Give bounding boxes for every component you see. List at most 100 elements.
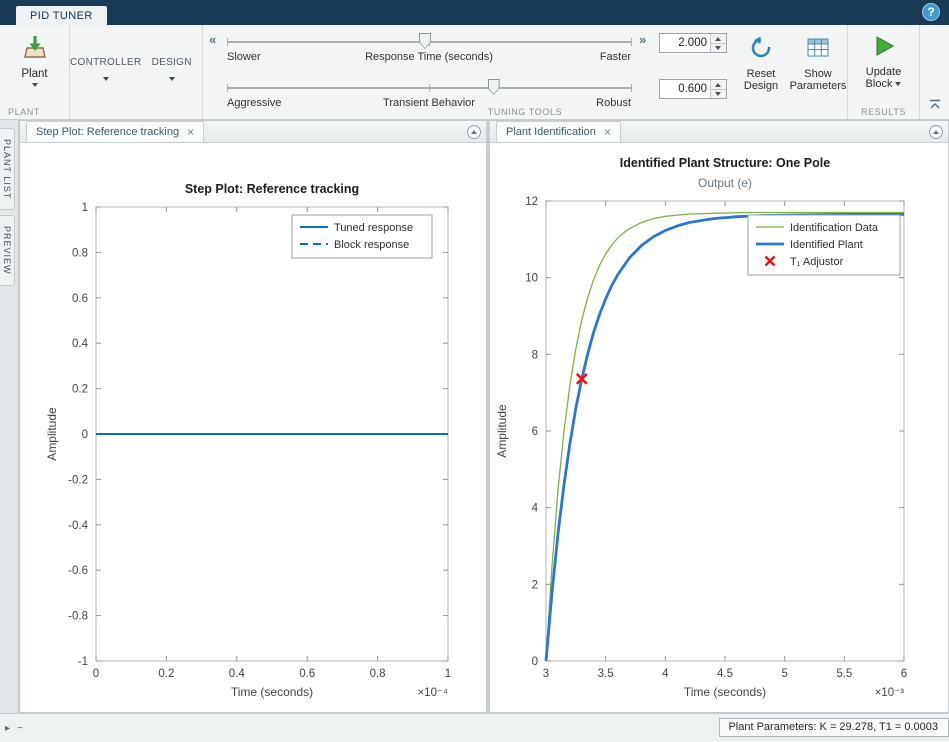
- plant-identification-tabbar: Plant Identification ×: [490, 121, 948, 143]
- controller-dropdown[interactable]: CONTROLLER: [70, 25, 141, 119]
- svg-text:-0.2: -0.2: [68, 474, 88, 486]
- svg-text:0.4: 0.4: [72, 338, 89, 350]
- transient-behavior-slider-thumb[interactable]: [488, 79, 500, 95]
- spinner-buttons: [710, 34, 726, 52]
- transient-behavior-spinner[interactable]: [659, 79, 727, 99]
- sidebar-tab-plant-list[interactable]: PLANT LIST: [0, 128, 15, 210]
- svg-text:-1: -1: [78, 656, 88, 668]
- update-block-button[interactable]: Update Block: [852, 34, 916, 91]
- svg-text:1: 1: [445, 668, 451, 680]
- spinner-up-icon[interactable]: [711, 34, 726, 43]
- show-parameters-label-1: Show: [804, 68, 832, 81]
- ribbon-right-filler: [920, 25, 949, 119]
- reset-design-label-2: Design: [744, 80, 778, 93]
- svg-text:-0.6: -0.6: [68, 565, 88, 577]
- response-time-slider[interactable]: [227, 33, 631, 50]
- slider-label-slower: Slower: [227, 51, 261, 63]
- svg-text:0.6: 0.6: [72, 293, 88, 305]
- plant-section: Plant PLANT: [0, 25, 70, 119]
- svg-text:0: 0: [82, 429, 88, 441]
- x-axis-label: Time (seconds): [684, 685, 766, 699]
- import-plant-icon: [22, 34, 48, 65]
- plant-button[interactable]: Plant: [0, 25, 69, 87]
- svg-text:6: 6: [901, 668, 907, 680]
- legend-entry-label: Block response: [334, 239, 409, 251]
- close-icon[interactable]: ×: [187, 126, 194, 138]
- help-button[interactable]: ?: [922, 3, 940, 21]
- expand-panel-icon[interactable]: ▸: [5, 723, 10, 734]
- response-time-spinner[interactable]: [659, 33, 727, 53]
- tab-pid-tuner[interactable]: PID TUNER: [16, 6, 107, 25]
- expand-sliders-icon[interactable]: »: [639, 33, 646, 46]
- slider-tick-mark: [631, 38, 632, 46]
- plant-button-label: Plant: [21, 68, 47, 80]
- x-axis-label: Time (seconds): [231, 685, 313, 699]
- svg-text:4: 4: [662, 668, 669, 680]
- step-plot-body: 00.20.40.60.81-1-0.8-0.6-0.4-0.200.20.40…: [20, 143, 486, 712]
- update-block-label-1: Update: [866, 66, 901, 79]
- svg-text:0.8: 0.8: [370, 668, 386, 680]
- tuning-tools-section-label: TUNING TOOLS: [488, 107, 562, 117]
- svg-text:-0.8: -0.8: [68, 611, 88, 623]
- slider-thumb-face: [489, 80, 499, 94]
- svg-text:-0.4: -0.4: [68, 520, 88, 532]
- close-icon[interactable]: ×: [604, 126, 611, 138]
- transient-behavior-slider[interactable]: [227, 79, 631, 96]
- collapse-ribbon-icon[interactable]: [929, 97, 941, 115]
- plant-parameters-readout: Plant Parameters: K = 29.278, T1 = 0.000…: [719, 718, 949, 737]
- toolstrip-ribbon: Plant PLANT CONTROLLER DESIGN «: [0, 25, 949, 120]
- svg-text:0.2: 0.2: [158, 668, 174, 680]
- legend-entry-label: Identification Data: [790, 222, 879, 234]
- y-axis-label: Amplitude: [45, 407, 59, 461]
- title-bar: PID TUNER ?: [0, 0, 949, 25]
- svg-text:4: 4: [532, 503, 539, 515]
- transient-behavior-value[interactable]: [660, 80, 710, 98]
- panel-actions-icon[interactable]: [467, 125, 481, 139]
- spinner-down-icon[interactable]: [711, 43, 726, 53]
- spinner-up-icon[interactable]: [711, 80, 726, 89]
- slider-label-response-time: Response Time (seconds): [365, 51, 493, 63]
- tab-step-plot[interactable]: Step Plot: Reference tracking ×: [26, 121, 204, 142]
- step-plot-tabbar: Step Plot: Reference tracking ×: [20, 121, 486, 143]
- undo-icon: [749, 36, 773, 68]
- controller-dropdown-label: CONTROLLER: [70, 57, 141, 68]
- plant-identification-panel: Plant Identification × 33.544.555.560246…: [489, 120, 949, 713]
- plant-identification-chart[interactable]: 33.544.555.56024681012Identified Plant S…: [490, 143, 942, 711]
- svg-text:6: 6: [532, 426, 538, 438]
- x-axis-exponent: ×10⁻³: [875, 687, 905, 699]
- tab-step-plot-label: Step Plot: Reference tracking: [36, 126, 179, 138]
- plant-section-label: PLANT: [8, 107, 40, 117]
- step-plot-chart[interactable]: 00.20.40.60.81-1-0.8-0.6-0.4-0.200.20.40…: [20, 143, 482, 711]
- dropdown-arrow-icon: [895, 82, 901, 86]
- spinner-down-icon[interactable]: [711, 89, 726, 99]
- spinner-buttons: [710, 80, 726, 98]
- legend-entry-label: T₁ Adjustor: [790, 256, 844, 268]
- slider-tick-mark: [631, 84, 632, 92]
- response-time-value[interactable]: [660, 34, 710, 52]
- document-area: PLANT LIST PREVIEW Step Plot: Reference …: [0, 120, 949, 713]
- status-bar-controls: ▸ −: [5, 723, 23, 734]
- panel-actions-icon[interactable]: [929, 125, 943, 139]
- svg-text:0.2: 0.2: [72, 384, 88, 396]
- design-dropdown[interactable]: DESIGN: [141, 25, 202, 119]
- tab-plant-identification[interactable]: Plant Identification ×: [496, 121, 621, 142]
- slider-label-aggressive: Aggressive: [227, 97, 281, 109]
- slider-label-faster: Faster: [600, 51, 631, 63]
- design-dropdown-label: DESIGN: [152, 57, 192, 68]
- play-icon: [872, 34, 896, 66]
- svg-text:10: 10: [525, 273, 538, 285]
- collapse-sliders-icon[interactable]: «: [209, 33, 216, 46]
- svg-text:0: 0: [93, 668, 99, 680]
- svg-text:0.6: 0.6: [299, 668, 315, 680]
- status-bar: ▸ − Plant Parameters: K = 29.278, T1 = 0…: [0, 713, 949, 742]
- slider-thumb-face: [420, 34, 430, 48]
- reset-design-label-1: Reset: [747, 68, 776, 81]
- response-time-slider-thumb[interactable]: [419, 33, 431, 49]
- controller-design-section: CONTROLLER DESIGN: [70, 25, 203, 119]
- legend-entry-label: Tuned response: [334, 222, 413, 234]
- reset-design-button[interactable]: Reset Design: [735, 36, 787, 93]
- show-parameters-button[interactable]: Show Parameters: [789, 36, 847, 93]
- minimize-panel-icon[interactable]: −: [17, 723, 23, 734]
- svg-text:12: 12: [525, 196, 538, 208]
- sidebar-tab-preview[interactable]: PREVIEW: [0, 215, 15, 286]
